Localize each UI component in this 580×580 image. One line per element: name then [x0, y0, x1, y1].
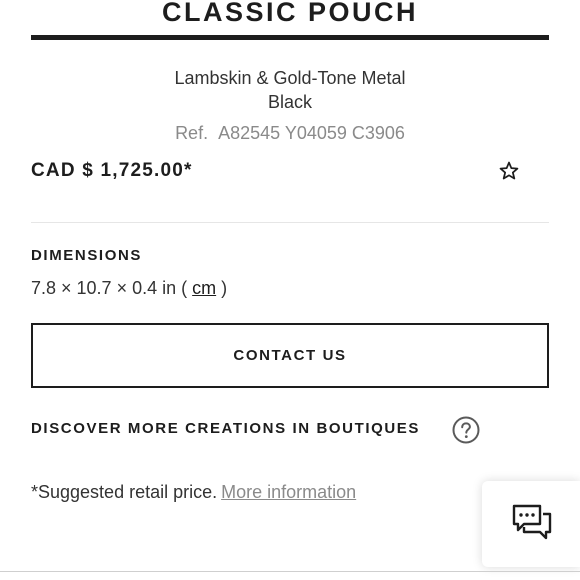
reference-label: Ref. [175, 123, 209, 143]
product-color: Black [267, 92, 312, 112]
reference-value: A82545 Y04059 C3906 [218, 123, 405, 143]
dimensions-inches: 7.8 × 10.7 × 0.4 in ( [31, 278, 188, 298]
bottom-border [0, 571, 580, 572]
more-information-link[interactable]: More information [221, 482, 356, 502]
dimensions-suffix: ) [221, 278, 228, 298]
star-outline-icon[interactable] [498, 160, 520, 182]
contact-us-label: CONTACT US [233, 347, 347, 364]
contact-us-button[interactable]: CONTACT US [31, 323, 549, 388]
product-reference: Ref. A82545 Y04059 C3906 [0, 121, 580, 145]
dimensions-value: 7.8 × 10.7 × 0.4 in ( cm ) [31, 276, 227, 300]
product-material: Lambskin & Gold-Tone Metal [174, 68, 406, 88]
product-price: CAD $ 1,725.00* [31, 160, 193, 181]
discover-boutiques-text: DISCOVER MORE CREATIONS IN BOUTIQUES [31, 420, 421, 437]
chat-bubbles-icon [512, 504, 552, 540]
product-title: CLASSIC POUCH [161, 0, 418, 27]
cm-unit-link[interactable]: cm [192, 278, 216, 298]
chat-widget-button[interactable] [482, 481, 580, 567]
question-circle-icon[interactable] [452, 416, 480, 444]
retail-price-footnote: *Suggested retail price. More information [31, 480, 356, 504]
dimensions-heading: DIMENSIONS [31, 247, 143, 264]
section-divider [31, 222, 549, 223]
title-underline [31, 35, 549, 40]
footnote-text: *Suggested retail price. [31, 482, 218, 502]
